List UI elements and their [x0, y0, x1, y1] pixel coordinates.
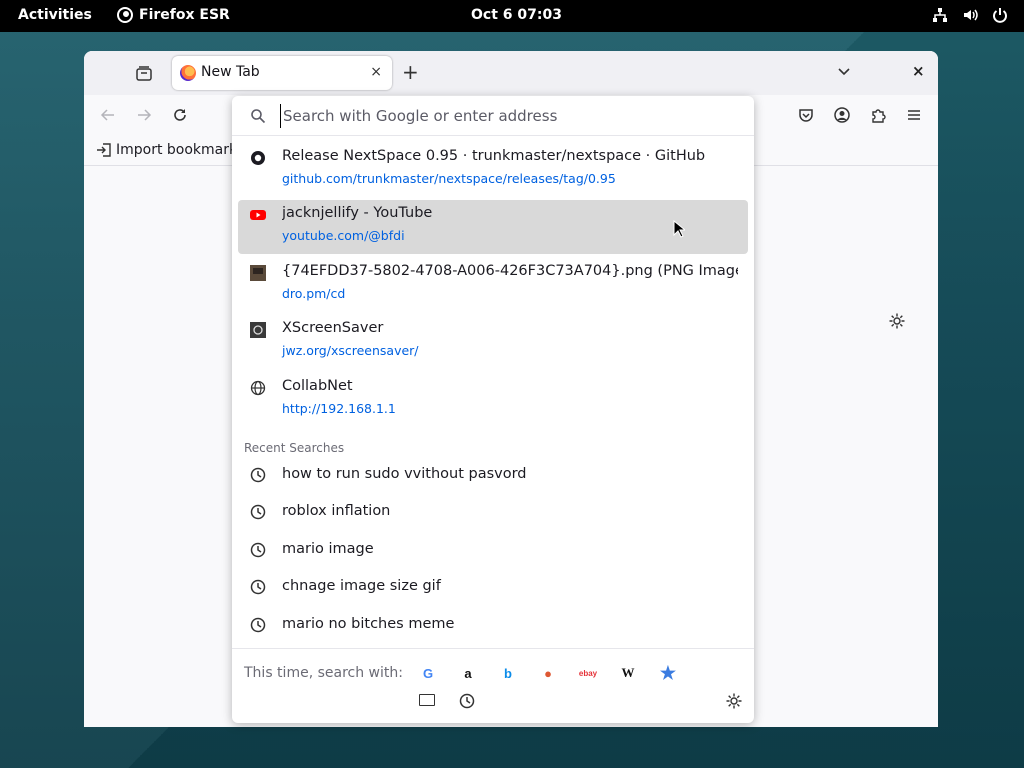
app-indicator[interactable]: Firefox ESR [117, 7, 230, 23]
result-url: dro.pm/cd [282, 286, 346, 301]
duckduckgo-glyph: ● [544, 665, 552, 681]
recent-search-text: mario image [282, 541, 374, 557]
amazon-glyph: a [464, 665, 472, 681]
url-result-row[interactable]: XScreenSaver jwz.org/xscreensaver/ [238, 315, 748, 369]
reload-icon[interactable] [172, 107, 188, 123]
bing-glyph: b [504, 665, 512, 681]
result-title: jacknjellify - YouTube [282, 205, 433, 221]
new-tab-button[interactable]: + [402, 60, 419, 84]
power-icon[interactable] [992, 7, 1008, 23]
divider [232, 648, 754, 649]
tab-strip: New Tab × + × [84, 51, 938, 95]
recent-search-text: mario no bitches meme [282, 616, 455, 632]
wikipedia-engine-icon[interactable]: W [618, 663, 638, 683]
address-input[interactable] [280, 104, 745, 128]
import-bookmarks-label: Import bookmarks [116, 142, 245, 158]
url-result-row[interactable]: Release NextSpace 0.95 · trunkmaster/nex… [238, 143, 748, 197]
globe-icon [250, 380, 266, 396]
clock-icon [250, 467, 266, 483]
mouse-cursor-icon [673, 220, 685, 238]
recent-search-text: roblox inflation [282, 503, 391, 519]
recent-search-text: how to run sudo vvithout pasvord [282, 466, 527, 482]
history-icon[interactable] [459, 693, 475, 709]
volume-icon[interactable] [962, 7, 978, 23]
recent-search-text: chnage image size gif [282, 578, 441, 594]
clock-icon [250, 617, 266, 633]
ebay-glyph: ebay [578, 668, 598, 678]
recent-search-row[interactable]: roblox inflation [238, 494, 748, 530]
duckduckgo-engine-icon[interactable]: ● [538, 663, 558, 683]
search-icon [251, 109, 266, 124]
forward-icon[interactable] [136, 107, 152, 123]
result-url: youtube.com/@bfdi [282, 228, 405, 243]
system-tray[interactable] [932, 7, 1008, 23]
tab-new-tab[interactable]: New Tab × [172, 56, 392, 90]
search-settings-gear-icon[interactable] [725, 692, 743, 710]
activities-button[interactable]: Activities [18, 7, 92, 23]
xscreensaver-icon [250, 322, 266, 338]
url-result-row[interactable]: CollabNet http://192.168.1.1 [238, 373, 748, 427]
window-close-button[interactable]: × [912, 62, 925, 80]
firefox-favicon-icon [180, 65, 196, 81]
result-title: Release NextSpace 0.95 · trunkmaster/nex… [282, 148, 706, 164]
recent-search-row[interactable]: chnage image size gif [238, 569, 748, 605]
pocket-icon[interactable] [798, 107, 814, 123]
import-bookmarks-button[interactable]: Import bookmarks [96, 142, 244, 158]
result-title: {74EFDD37-5802-4708-A006-426F3C73A704}.p… [282, 263, 738, 279]
wikipedia-glyph: W [621, 665, 635, 680]
result-title: XScreenSaver [282, 320, 384, 336]
tab-close-icon[interactable]: × [370, 64, 382, 80]
result-url: github.com/trunkmaster/nextspace/release… [282, 171, 616, 186]
clock-icon [250, 542, 266, 558]
tab-title: New Tab [201, 64, 260, 80]
url-result-row[interactable]: jacknjellify - YouTube youtube.com/@bfdi [238, 200, 748, 254]
recent-search-row[interactable]: how to run sudo vvithout pasvord [238, 457, 748, 493]
chevron-down-icon[interactable] [836, 63, 852, 79]
result-title: CollabNet [282, 378, 353, 394]
github-icon [251, 151, 265, 165]
recent-searches-heading: Recent Searches [244, 441, 345, 455]
ebay-engine-icon[interactable]: ebay [578, 663, 598, 683]
url-result-row[interactable]: {74EFDD37-5802-4708-A006-426F3C73A704}.p… [238, 258, 748, 312]
bing-engine-icon[interactable]: b [498, 663, 518, 683]
back-icon[interactable] [100, 107, 116, 123]
amazon-engine-icon[interactable]: a [458, 663, 478, 683]
clock-icon [250, 579, 266, 595]
result-url: http://192.168.1.1 [282, 401, 396, 416]
oneoff-search-label: This time, search with: [244, 665, 403, 681]
google-glyph: G [422, 665, 434, 681]
gear-icon[interactable] [888, 312, 906, 330]
network-icon[interactable] [932, 7, 948, 23]
bookmarks-glyph: ★ [659, 662, 677, 683]
import-icon [97, 143, 111, 157]
google-engine-icon[interactable]: G [418, 663, 438, 683]
account-icon[interactable] [834, 107, 850, 123]
extensions-icon[interactable] [870, 107, 886, 123]
app-name: Firefox ESR [139, 7, 230, 23]
clock-icon [250, 504, 266, 520]
urlbar [232, 96, 754, 136]
youtube-icon [250, 210, 266, 220]
image-favicon [250, 265, 266, 281]
bookmarks-search-icon[interactable] [419, 694, 435, 706]
firefox-view-icon[interactable] [134, 64, 154, 84]
recent-search-row[interactable]: mario image [238, 532, 748, 568]
top-bar: Activities Firefox ESR Oct 6 07:03 [0, 0, 1024, 32]
bookmarks-engine-icon[interactable]: ★ [658, 663, 678, 683]
urlbar-dropdown: Release NextSpace 0.95 · trunkmaster/nex… [232, 96, 754, 723]
clock[interactable]: Oct 6 07:03 [471, 7, 562, 23]
result-url: jwz.org/xscreensaver/ [282, 343, 419, 358]
firefox-icon [117, 7, 133, 23]
menu-icon[interactable] [906, 107, 922, 123]
recent-search-row[interactable]: mario no bitches meme [238, 607, 748, 643]
